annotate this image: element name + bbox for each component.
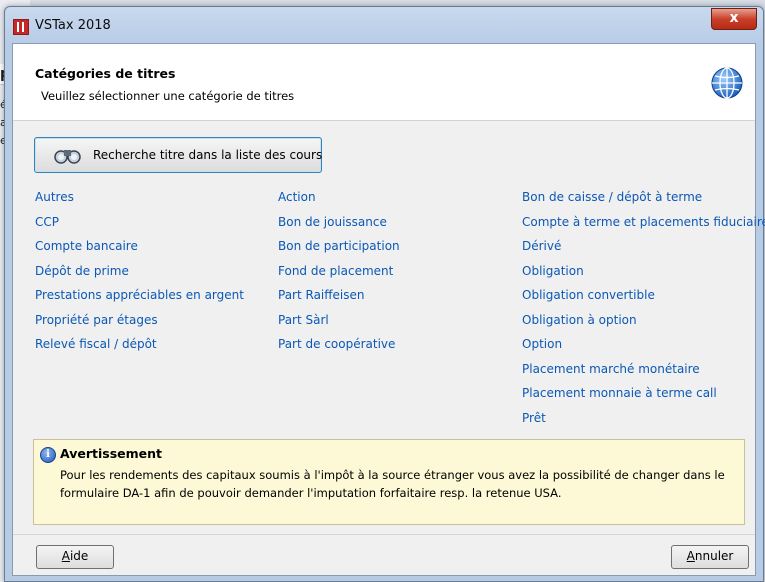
close-button[interactable]: x	[711, 8, 757, 30]
category-link[interactable]: Relevé fiscal / dépôt	[35, 337, 244, 362]
category-link[interactable]: Prêt	[522, 411, 765, 436]
cancel-button[interactable]: Annuler	[671, 545, 749, 569]
category-link[interactable]: Bon de caisse / dépôt à terme	[522, 190, 765, 215]
header-band: Catégories de titres Veuillez sélectionn…	[13, 44, 755, 121]
category-link[interactable]: Propriété par étages	[35, 313, 244, 338]
category-link[interactable]: Part Sàrl	[278, 313, 400, 338]
window-title: VSTax 2018	[35, 18, 111, 33]
category-link[interactable]: CCP	[35, 215, 244, 240]
title-bar[interactable]: VSTax 2018 x	[5, 7, 763, 43]
help-button[interactable]: Aide	[36, 545, 114, 569]
category-link[interactable]: Part Raiffeisen	[278, 288, 400, 313]
dialog-window: VSTax 2018 x Catégories de titres Veuill…	[4, 6, 765, 582]
warning-text: Pour les rendements des capitaux soumis …	[60, 468, 725, 500]
search-button-label: Recherche titre dans la liste des cours	[93, 148, 323, 162]
search-price-list-button[interactable]: Recherche titre dans la liste des cours	[34, 137, 322, 173]
category-link[interactable]: Placement monnaie à terme call	[522, 386, 765, 411]
category-link[interactable]: Option	[522, 337, 765, 362]
category-link[interactable]: Obligation à option	[522, 313, 765, 338]
warning-box: i Avertissement Pour les rendements des …	[33, 439, 745, 525]
cancel-button-label: nnuler	[694, 549, 734, 563]
cancel-button-accel: A	[686, 549, 695, 563]
footer-divider	[13, 534, 755, 535]
help-button-label: ide	[69, 549, 89, 563]
help-button-accel: A	[61, 549, 70, 563]
dialog-body: Catégories de titres Veuillez sélectionn…	[12, 43, 765, 576]
app-icon	[13, 19, 29, 35]
binoculars-icon	[54, 150, 81, 164]
category-link[interactable]: Placement marché monétaire	[522, 362, 765, 387]
category-link[interactable]: Part de coopérative	[278, 337, 400, 362]
category-link[interactable]: Compte bancaire	[35, 239, 244, 264]
dialog-heading: Catégories de titres	[35, 66, 176, 81]
category-link[interactable]: Bon de jouissance	[278, 215, 400, 240]
category-link[interactable]: Obligation convertible	[522, 288, 765, 313]
category-column-3: Bon de caisse / dépôt à terme Compte à t…	[522, 190, 765, 435]
category-link[interactable]: Dépôt de prime	[35, 264, 244, 289]
globe-icon	[711, 67, 743, 99]
category-link[interactable]: Dérivé	[522, 239, 765, 264]
category-link[interactable]: Obligation	[522, 264, 765, 289]
info-icon: i	[40, 447, 56, 463]
warning-title: Avertissement	[60, 446, 163, 461]
category-link[interactable]: Compte à terme et placements fiduciaires	[522, 215, 765, 240]
category-column-2: Action Bon de jouissance Bon de particip…	[278, 190, 400, 362]
category-column-1: Autres CCP Compte bancaire Dépôt de prim…	[35, 190, 244, 362]
category-link[interactable]: Bon de participation	[278, 239, 400, 264]
dialog-subtitle: Veuillez sélectionner une catégorie de t…	[41, 89, 295, 103]
category-link[interactable]: Fond de placement	[278, 264, 400, 289]
category-link[interactable]: Prestations appréciables en argent	[35, 288, 244, 313]
category-link[interactable]: Action	[278, 190, 400, 215]
category-link[interactable]: Autres	[35, 190, 244, 215]
